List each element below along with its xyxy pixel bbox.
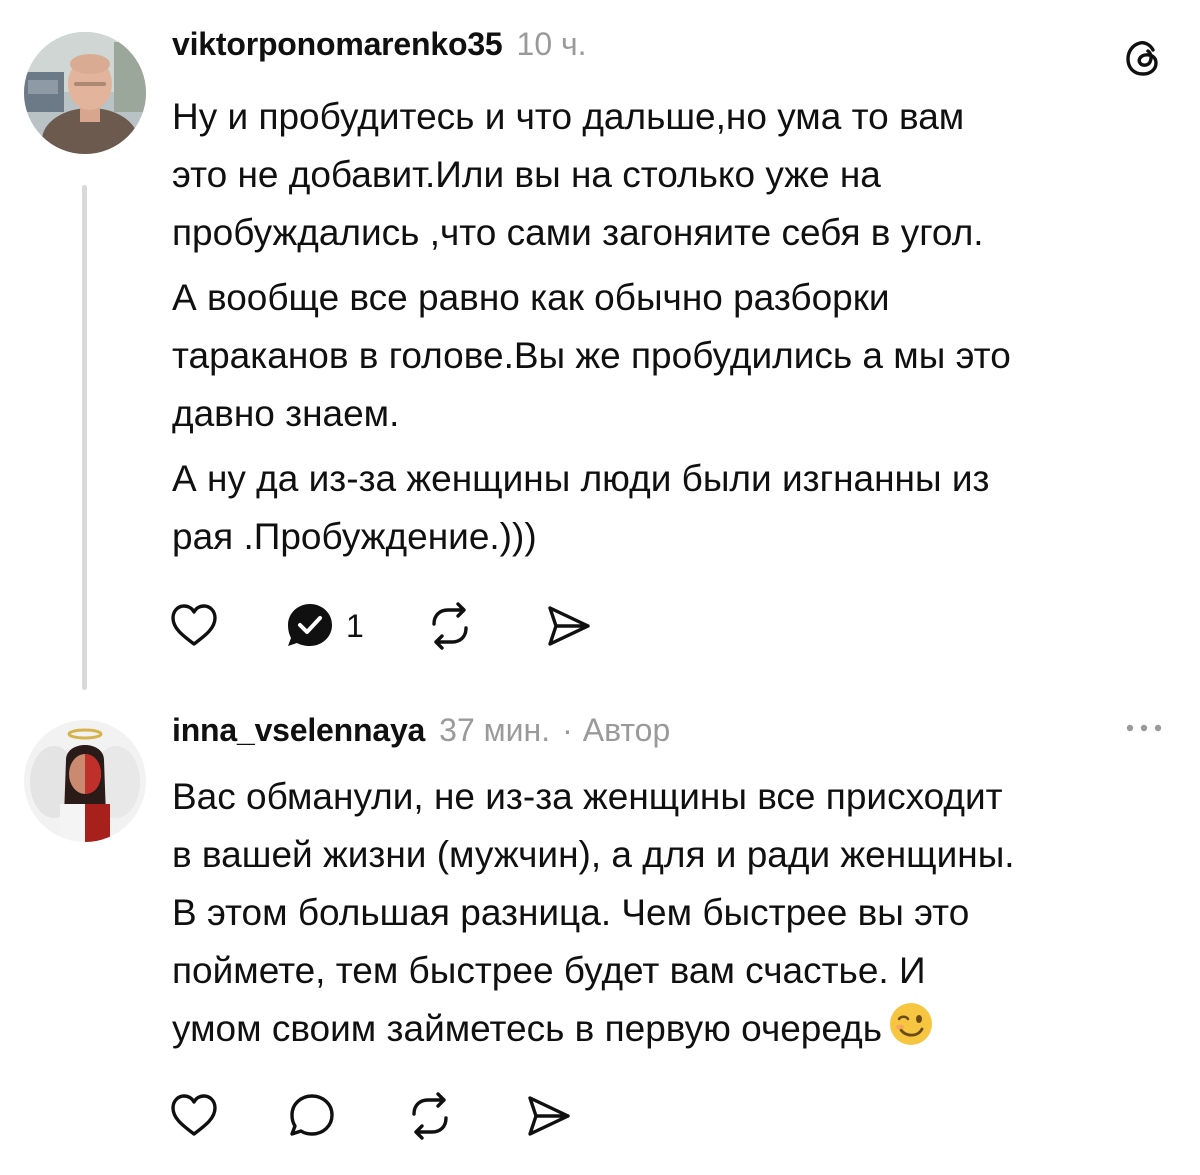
share-icon bbox=[528, 1096, 570, 1136]
text-line: Ну и пробудитесь и что дальше,но ума то … bbox=[172, 96, 965, 137]
repost-icon bbox=[412, 1092, 448, 1140]
username[interactable]: inna_vselennaya bbox=[172, 712, 425, 749]
winking-face-emoji bbox=[890, 1003, 933, 1045]
more-icon[interactable] bbox=[1122, 718, 1166, 738]
text-line: А вообще все равно как обычно разборки bbox=[172, 277, 890, 318]
comment-text: Ну и пробудитесь и что дальше,но ума то … bbox=[172, 88, 1172, 566]
text-line: поймете, тем быстрее будет вам счастье. … bbox=[172, 950, 926, 991]
avatar[interactable] bbox=[24, 32, 146, 154]
repost-button[interactable] bbox=[404, 1090, 456, 1142]
text-line: В этом большая разница. Чем быстрее вы э… bbox=[172, 892, 970, 933]
comment-post-1: viktorponomarenko35 10 ч. Ну и пробудите… bbox=[0, 0, 1200, 700]
repost-button[interactable] bbox=[424, 600, 476, 652]
text-line: это не добавит.Или вы на столько уже на bbox=[172, 154, 881, 195]
threads-logo-icon[interactable] bbox=[1122, 36, 1166, 80]
comment-icon bbox=[290, 1094, 334, 1136]
meta-separator: · bbox=[562, 712, 573, 748]
comment-post-2: inna_vselennaya 37 мин. · Автор Вас обма… bbox=[0, 700, 1200, 1175]
share-button[interactable] bbox=[542, 600, 594, 652]
text-line: тараканов в голове.Вы же пробудились а м… bbox=[172, 335, 1011, 376]
comment-text: Вас обманули, не из-за женщины все присх… bbox=[172, 768, 1172, 1058]
reply-count: 1 bbox=[346, 607, 364, 644]
thread-line bbox=[82, 185, 87, 690]
text-line: в вашей жизни (мужчин), а для и ради жен… bbox=[172, 834, 1015, 875]
replied-comment-icon bbox=[288, 604, 332, 646]
action-bar bbox=[168, 1088, 574, 1144]
timestamp: 37 мин. bbox=[439, 712, 551, 748]
heart-icon bbox=[171, 604, 217, 646]
text-line: Вас обманули, не из-за женщины все присх… bbox=[172, 776, 1003, 817]
user-photo-angel-devil bbox=[24, 720, 146, 842]
repost-icon bbox=[432, 602, 468, 650]
text-line: умом своим займетесь в первую очередь bbox=[172, 1008, 883, 1049]
text-line: рая .Пробуждение.))) bbox=[172, 516, 537, 557]
share-icon bbox=[548, 606, 590, 646]
post-meta: inna_vselennaya 37 мин. · Автор bbox=[172, 712, 670, 752]
user-photo-man bbox=[24, 32, 146, 154]
action-bar: 1 bbox=[168, 598, 594, 654]
text-line: давно знаем. bbox=[172, 393, 400, 434]
timestamp: 10 ч. bbox=[516, 26, 587, 62]
heart-icon bbox=[171, 1094, 217, 1136]
post-meta: viktorponomarenko35 10 ч. bbox=[172, 26, 587, 66]
avatar[interactable] bbox=[24, 720, 146, 842]
like-button[interactable] bbox=[168, 600, 220, 652]
comment-button[interactable] bbox=[286, 1090, 338, 1142]
like-button[interactable] bbox=[168, 1090, 220, 1142]
reply-button[interactable]: 1 bbox=[284, 600, 364, 652]
username[interactable]: viktorponomarenko35 bbox=[172, 26, 503, 63]
text-line: А ну да из-за женщины люди были изгнанны… bbox=[172, 458, 990, 499]
share-button[interactable] bbox=[522, 1090, 574, 1142]
text-line-with-emoji: умом своим займетесь в первую очередь bbox=[172, 1000, 1172, 1058]
author-badge: Автор bbox=[582, 712, 671, 748]
text-line: пробуждались ,что сами загоняите себя в … bbox=[172, 212, 984, 253]
